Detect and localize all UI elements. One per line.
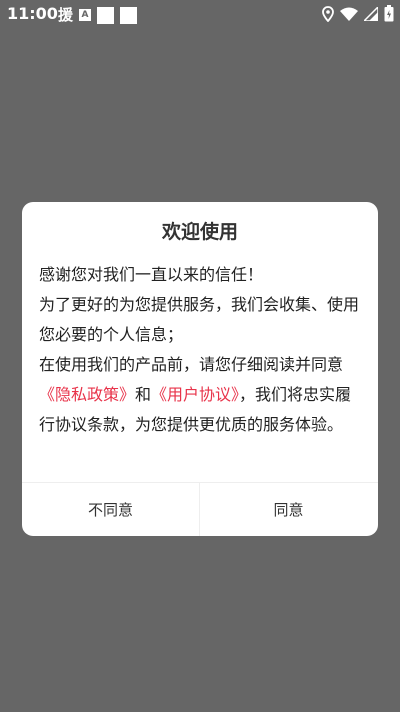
notification-icons: 援 A bbox=[58, 6, 138, 24]
welcome-dialog: 欢迎使用 感谢您对我们一直以来的信任！ 为了更好的为您提供服务，我们会收集、使用… bbox=[22, 202, 378, 536]
status-bar: 11:00 援 A bbox=[0, 0, 400, 28]
disagree-button[interactable]: 不同意 bbox=[22, 483, 199, 536]
notification-a-icon: A bbox=[79, 9, 92, 21]
notification-square-icon bbox=[97, 6, 115, 24]
dialog-title: 欢迎使用 bbox=[161, 221, 238, 243]
dialog-line-3: 在使用我们的产品前，请您仔细阅读并同意《隐私政策》和《用户协议》，我们将忠实履行… bbox=[39, 350, 364, 440]
wifi-icon bbox=[340, 7, 358, 21]
agree-button[interactable]: 同意 bbox=[200, 483, 377, 536]
status-time: 11:00 bbox=[7, 4, 58, 23]
system-icons bbox=[322, 5, 394, 22]
cellular-icon bbox=[364, 6, 378, 21]
dialog-line-2: 为了更好的为您提供服务，我们会收集、使用您必要的个人信息； bbox=[39, 295, 360, 344]
dialog-line-3-prefix: 在使用我们的产品前，请您仔细阅读并同意 bbox=[39, 355, 344, 374]
privacy-policy-link[interactable]: 《隐私政策》 bbox=[39, 385, 135, 404]
user-agreement-link[interactable]: 《用户协议》 bbox=[151, 385, 239, 404]
notification-app-icon: 援 bbox=[58, 6, 74, 24]
notification-square-icon-2 bbox=[120, 6, 138, 24]
dialog-line-1: 感谢您对我们一直以来的信任！ bbox=[39, 265, 264, 284]
and-text: 和 bbox=[135, 385, 152, 404]
dialog-body: 感谢您对我们一直以来的信任！ 为了更好的为您提供服务，我们会收集、使用您必要的个… bbox=[39, 260, 364, 440]
battery-icon bbox=[384, 5, 394, 22]
location-icon bbox=[322, 5, 334, 22]
